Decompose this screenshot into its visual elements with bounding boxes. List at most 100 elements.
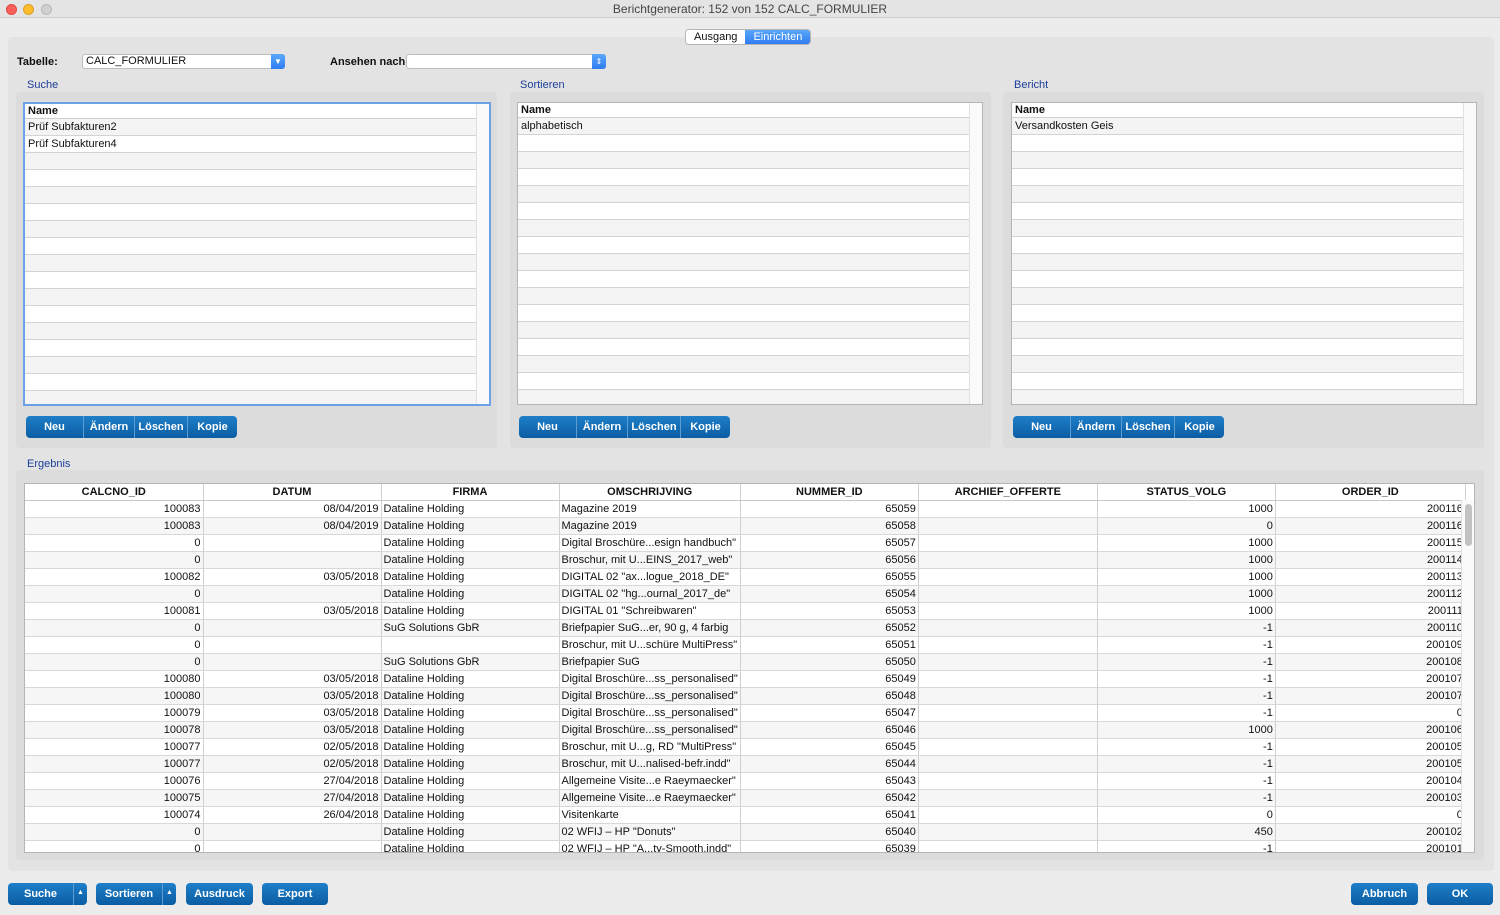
list-item[interactable] <box>518 254 982 271</box>
list-item[interactable] <box>1012 373 1476 390</box>
list-item[interactable] <box>1012 220 1476 237</box>
sort-edit-button[interactable]: Ändern <box>577 416 628 438</box>
table-row[interactable]: 0 Broschur, mit U...schüre MultiPress" 650… <box>25 636 1466 654</box>
table-row[interactable]: 0 Dataline Holding DIGITAL 02 "hg...ournal… <box>25 585 1466 603</box>
list-item[interactable]: Prüf Subfakturen2 <box>25 119 489 136</box>
table-row[interactable]: 100076 27/04/2018 Dataline Holding Allgemei… <box>25 772 1466 790</box>
view-by-select[interactable]: ⇕ <box>406 54 606 69</box>
list-item[interactable] <box>518 288 982 305</box>
table-row[interactable]: 100083 08/04/2019 Dataline Holding Magazine… <box>25 500 1466 518</box>
tab-ausgang[interactable]: Ausgang <box>686 30 746 44</box>
search-edit-button[interactable]: Ändern <box>84 416 135 438</box>
table-row[interactable]: 100080 03/05/2018 Dataline Holding Digital … <box>25 670 1466 688</box>
table-row[interactable]: 100083 08/04/2019 Dataline Holding Magazine… <box>25 517 1466 535</box>
list-item[interactable] <box>1012 339 1476 356</box>
search-menu-button[interactable]: Suche ▲ <box>8 883 87 905</box>
list-item[interactable] <box>25 306 489 323</box>
list-item[interactable] <box>518 322 982 339</box>
search-list[interactable]: Name Prüf Subfakturen2 Prüf Subfakturen4 <box>23 102 491 406</box>
list-item[interactable] <box>518 169 982 186</box>
zoom-window-button[interactable] <box>41 4 52 15</box>
table-row[interactable]: 0 Dataline Holding 02 WFIJ – HP "Donuts" 65… <box>25 823 1466 841</box>
list-item[interactable] <box>518 305 982 322</box>
report-list-scrollbar[interactable] <box>1463 103 1476 404</box>
table-row[interactable]: 0 Dataline Holding Digital Broschüre...esi… <box>25 534 1466 552</box>
list-item[interactable] <box>518 373 982 390</box>
list-item[interactable] <box>518 339 982 356</box>
table-select[interactable]: CALC_FORMULIER ▼ <box>82 54 285 69</box>
table-row[interactable]: 0 Dataline Holding 02 WFIJ – HP "A...ty-Sm… <box>25 840 1466 852</box>
caret-up-icon[interactable]: ▲ <box>73 883 87 905</box>
table-row[interactable]: 0 Dataline Holding Broschur, mit U...EINS_… <box>25 551 1466 569</box>
search-new-button[interactable]: Neu <box>26 416 84 438</box>
table-row[interactable]: 100080 03/05/2018 Dataline Holding Digital … <box>25 687 1466 705</box>
close-window-button[interactable] <box>6 4 17 15</box>
search-delete-button[interactable]: Löschen <box>135 416 188 438</box>
table-row[interactable]: 100077 02/05/2018 Dataline Holding Broschur… <box>25 755 1466 773</box>
ok-button[interactable]: OK <box>1427 883 1493 905</box>
print-button[interactable]: Ausdruck <box>186 883 253 905</box>
list-item[interactable] <box>518 356 982 373</box>
list-item[interactable] <box>1012 356 1476 373</box>
report-edit-button[interactable]: Ändern <box>1071 416 1122 438</box>
list-item[interactable] <box>518 237 982 254</box>
tab-einrichten[interactable]: Einrichten <box>745 30 811 44</box>
table-row[interactable]: 0 SuG Solutions GbR Briefpapier SuG...er, … <box>25 619 1466 637</box>
sort-list[interactable]: Name alphabetisch <box>517 102 983 405</box>
caret-up-icon[interactable]: ▲ <box>162 883 176 905</box>
search-copy-button[interactable]: Kopie <box>188 416 237 438</box>
list-item[interactable] <box>25 323 489 340</box>
list-item[interactable] <box>1012 288 1476 305</box>
list-item[interactable] <box>518 220 982 237</box>
sort-delete-button[interactable]: Löschen <box>628 416 681 438</box>
result-table[interactable]: CALCNO_ID DATUM FIRMA OMSCHRIJVING NUMMER_ID… <box>24 483 1475 853</box>
column-header[interactable]: ORDER_ID <box>1275 484 1466 501</box>
list-item[interactable]: alphabetisch <box>518 118 982 135</box>
list-item[interactable] <box>518 271 982 288</box>
table-row[interactable]: 100075 27/04/2018 Dataline Holding Allgemei… <box>25 789 1466 807</box>
list-item[interactable] <box>518 203 982 220</box>
table-row[interactable]: 0 SuG Solutions GbR Briefpapier SuG 65050 -1… <box>25 653 1466 671</box>
sort-list-scrollbar[interactable] <box>969 103 982 404</box>
list-item[interactable] <box>1012 271 1476 288</box>
report-list[interactable]: Name Versandkosten Geis <box>1011 102 1477 405</box>
column-header[interactable]: OMSCHRIJVING <box>559 484 741 501</box>
table-row[interactable]: 100079 03/05/2018 Dataline Holding Digital … <box>25 704 1466 722</box>
list-item[interactable] <box>25 255 489 272</box>
list-item[interactable] <box>25 374 489 391</box>
list-item[interactable] <box>1012 169 1476 186</box>
export-button[interactable]: Export <box>262 883 328 905</box>
list-item[interactable]: Prüf Subfakturen4 <box>25 136 489 153</box>
result-scrollbar[interactable] <box>1461 500 1474 852</box>
list-item[interactable] <box>25 391 489 404</box>
table-row[interactable]: 100078 03/05/2018 Dataline Holding Digital … <box>25 721 1466 739</box>
list-item[interactable] <box>1012 135 1476 152</box>
list-item[interactable] <box>1012 254 1476 271</box>
list-item[interactable] <box>25 170 489 187</box>
column-header[interactable]: DATUM <box>203 484 382 501</box>
list-item[interactable] <box>1012 390 1476 404</box>
sort-copy-button[interactable]: Kopie <box>681 416 730 438</box>
report-delete-button[interactable]: Löschen <box>1122 416 1175 438</box>
report-new-button[interactable]: Neu <box>1013 416 1071 438</box>
column-header[interactable]: ARCHIEF_OFFERTE <box>918 484 1098 501</box>
list-item[interactable] <box>518 152 982 169</box>
column-header[interactable]: NUMMER_ID <box>740 484 919 501</box>
list-item[interactable] <box>518 186 982 203</box>
table-row[interactable]: 100074 26/04/2018 Dataline Holding Visitenk… <box>25 806 1466 824</box>
sort-new-button[interactable]: Neu <box>519 416 577 438</box>
column-header[interactable]: FIRMA <box>381 484 560 501</box>
list-item[interactable] <box>1012 237 1476 254</box>
table-row[interactable]: 100081 03/05/2018 Dataline Holding DIGITAL … <box>25 602 1466 620</box>
list-item[interactable] <box>1012 186 1476 203</box>
list-item[interactable] <box>518 135 982 152</box>
result-scrollbar-thumb[interactable] <box>1465 504 1472 546</box>
search-list-scrollbar[interactable] <box>476 104 489 404</box>
list-item[interactable] <box>25 221 489 238</box>
list-item[interactable] <box>25 187 489 204</box>
list-item[interactable]: Versandkosten Geis <box>1012 118 1476 135</box>
table-row[interactable]: 100082 03/05/2018 Dataline Holding DIGITAL … <box>25 568 1466 586</box>
list-item[interactable] <box>25 357 489 374</box>
sort-menu-button[interactable]: Sortieren ▲ <box>96 883 176 905</box>
minimize-window-button[interactable] <box>23 4 34 15</box>
